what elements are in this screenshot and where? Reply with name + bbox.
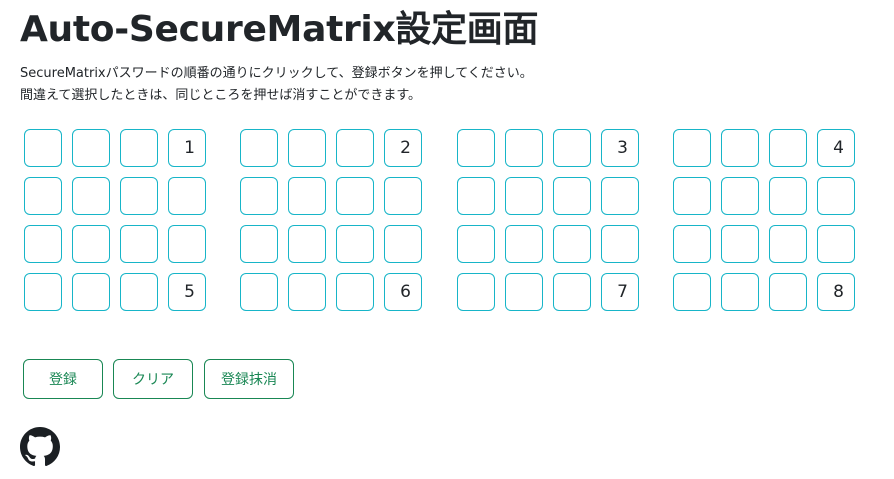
matrix-cell[interactable] xyxy=(72,177,110,215)
matrix-cell[interactable] xyxy=(240,177,278,215)
register-button[interactable]: 登録 xyxy=(23,359,103,399)
matrix-cell[interactable] xyxy=(288,129,326,167)
matrix-cell[interactable] xyxy=(673,273,711,311)
matrix-cell[interactable] xyxy=(120,177,158,215)
matrix-cell[interactable] xyxy=(336,225,374,263)
matrix-cell[interactable] xyxy=(769,225,807,263)
matrix-cell[interactable] xyxy=(457,129,495,167)
matrix-cell[interactable] xyxy=(24,225,62,263)
matrix-cell[interactable] xyxy=(505,225,543,263)
matrix-cell[interactable]: 5 xyxy=(168,273,206,311)
matrix-cell[interactable] xyxy=(72,225,110,263)
matrix-cell[interactable] xyxy=(505,129,543,167)
matrix-cell[interactable] xyxy=(553,177,591,215)
matrix-cell[interactable]: 4 xyxy=(817,129,855,167)
matrix-cell[interactable] xyxy=(288,225,326,263)
matrix-cell[interactable] xyxy=(817,225,855,263)
matrix-cell[interactable] xyxy=(553,273,591,311)
matrix-cell[interactable] xyxy=(721,273,759,311)
github-icon-svg xyxy=(20,427,60,467)
matrix-cell[interactable] xyxy=(120,129,158,167)
matrix-cell[interactable] xyxy=(817,177,855,215)
matrix-cell[interactable]: 2 xyxy=(384,129,422,167)
matrix-cell[interactable] xyxy=(505,273,543,311)
matrix-cell[interactable] xyxy=(673,225,711,263)
matrix-cell[interactable] xyxy=(72,273,110,311)
matrix-cell[interactable]: 7 xyxy=(601,273,639,311)
matrix-cell[interactable] xyxy=(721,225,759,263)
matrix-cell[interactable] xyxy=(384,225,422,263)
matrix-cell[interactable] xyxy=(601,177,639,215)
matrix-cell[interactable] xyxy=(168,225,206,263)
matrix-cell[interactable] xyxy=(384,177,422,215)
matrix-cell[interactable] xyxy=(457,177,495,215)
matrix-cell[interactable] xyxy=(769,177,807,215)
matrix-cell[interactable] xyxy=(240,129,278,167)
matrix-cell[interactable] xyxy=(120,225,158,263)
matrix-cell[interactable]: 8 xyxy=(817,273,855,311)
clear-button[interactable]: クリア xyxy=(113,359,193,399)
matrix-cell[interactable] xyxy=(336,273,374,311)
matrix-cell[interactable] xyxy=(505,177,543,215)
matrix-cell[interactable] xyxy=(72,129,110,167)
matrix-cell[interactable] xyxy=(240,273,278,311)
matrix-cell[interactable] xyxy=(673,177,711,215)
matrix-cell[interactable] xyxy=(769,129,807,167)
matrix-cell[interactable] xyxy=(553,225,591,263)
matrix-cell[interactable] xyxy=(457,225,495,263)
matrix-cell[interactable] xyxy=(288,177,326,215)
matrix-cell[interactable] xyxy=(120,273,158,311)
matrix-cell[interactable] xyxy=(24,129,62,167)
matrix-cell[interactable] xyxy=(673,129,711,167)
matrix-cell[interactable] xyxy=(601,225,639,263)
unregister-button[interactable]: 登録抹消 xyxy=(204,359,294,399)
matrix-cell[interactable] xyxy=(336,177,374,215)
matrix-cell[interactable] xyxy=(336,129,374,167)
matrix-cell[interactable] xyxy=(769,273,807,311)
matrix-cell[interactable]: 6 xyxy=(384,273,422,311)
matrix-cell[interactable] xyxy=(721,177,759,215)
matrix-cell[interactable] xyxy=(240,225,278,263)
github-icon[interactable] xyxy=(20,427,60,467)
matrix-cell[interactable] xyxy=(288,273,326,311)
matrix-cell[interactable]: 3 xyxy=(601,129,639,167)
matrix-cell[interactable] xyxy=(457,273,495,311)
secure-matrix-grid: 1 5 2 6 3 7 4 8 xyxy=(0,0,894,340)
matrix-cell[interactable] xyxy=(553,129,591,167)
matrix-cell[interactable]: 1 xyxy=(168,129,206,167)
matrix-cell[interactable] xyxy=(24,273,62,311)
matrix-cell[interactable] xyxy=(24,177,62,215)
matrix-cell[interactable] xyxy=(168,177,206,215)
matrix-cell[interactable] xyxy=(721,129,759,167)
